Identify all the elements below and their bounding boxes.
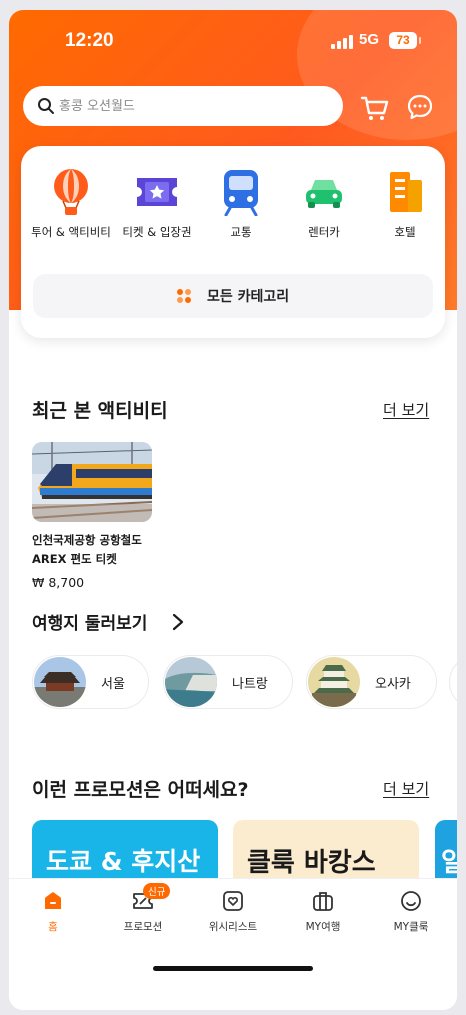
car-icon [306,180,342,208]
tab-my-klook[interactable]: MY클룩 [371,889,451,934]
battery-icon: 73 [389,32,421,49]
promo-card-next[interactable]: 일 [435,820,457,880]
status-time: 12:20 [65,30,114,51]
chat-icon[interactable] [405,92,435,122]
home-indicator[interactable] [153,966,313,971]
promo-section-title: 이런 프로모션은 어떠세요? [32,779,249,801]
status-bar: 12:20 5G 73 [9,30,457,54]
category-label: 교통 [230,225,252,239]
wishlist-icon [223,891,243,911]
tab-wishlist[interactable]: 위시리스트 [193,889,273,934]
recent-activity-card[interactable]: 인천국제공항 공항철도 AREX 편도 티켓 ₩ 8,700 [32,442,152,590]
bottom-tab-bar: 홈 신규 프로모션 위시리스트 MY여행 MY클룩 [9,878,457,1010]
destinations-title: 여행지 둘러보기 [32,614,148,634]
promo-card-text: 도쿄 & 후지산 [46,847,201,876]
tab-home[interactable]: 홈 [13,889,93,934]
category-label: 렌터카 [308,225,340,239]
tab-promotions[interactable]: 신규 프로모션 [103,883,183,934]
destination-chip-nhatrang[interactable]: 나트랑 [163,655,293,709]
category-tours[interactable]: 투어 & 액티비티 [31,168,111,241]
destination-label: 오사카 [375,677,411,692]
chevron-right-icon[interactable] [171,613,185,631]
tab-label: 위시리스트 [208,921,258,933]
hotel-icon [390,172,422,212]
promo-more-link[interactable]: 더 보기 [383,778,429,799]
cart-icon[interactable] [359,92,391,124]
destination-photo [308,657,360,707]
all-categories-label: 모든 카테고리 [207,289,290,305]
balloon-icon [54,169,88,215]
activity-image [32,442,152,522]
destination-photo [34,657,86,707]
promo-card-klook-vacance[interactable]: 클룩 바캉스 [233,820,419,880]
category-transport[interactable]: 교통 [201,168,281,241]
search-bar[interactable] [23,86,343,126]
ticket-icon [137,178,177,206]
category-car-rental[interactable]: 렌터카 [284,168,364,241]
recent-section-title: 최근 본 액티비티 [32,400,168,422]
promo-card-text: 클룩 바캉스 [247,848,376,878]
train-icon [224,170,258,216]
destination-label: 서울 [101,677,125,692]
destination-photo [165,657,217,707]
destination-label: 나트랑 [232,677,268,692]
promo-card-tokyo[interactable]: 도쿄 & 후지산 [32,820,218,880]
category-tickets[interactable]: 티켓 & 입장권 [117,168,197,241]
activity-title: 인천국제공항 공항철도 AREX 편도 티켓 [32,533,142,566]
tab-my-trips[interactable]: MY여행 [283,889,363,934]
tab-label: 프로모션 [123,921,163,933]
category-label: 투어 & 액티비티 [31,225,111,239]
suitcase-icon [313,892,333,911]
search-icon [38,98,54,114]
network-label: 5G [359,31,380,48]
category-label: 호텔 [394,225,416,239]
search-input[interactable] [59,86,329,126]
activity-price: ₩ 8,700 [32,575,85,590]
profile-icon [401,891,421,911]
signal-icon [331,35,353,49]
tab-label: MY클룩 [393,921,429,933]
recent-more-link[interactable]: 더 보기 [383,399,429,420]
destination-chip-next[interactable] [449,655,457,709]
all-categories-button[interactable]: 모든 카테고리 [33,274,433,318]
category-card: 투어 & 액티비티 티켓 & 입장권 교통 렌터카 호텔 모든 카테고리 [21,146,445,338]
tab-label: 홈 [48,921,58,933]
tab-label: MY여행 [305,921,341,933]
category-hotel[interactable]: 호텔 [365,168,445,241]
app-screen: 12:20 5G 73 투어 [9,10,457,1010]
destination-chip-osaka[interactable]: 오사카 [306,655,437,709]
grid-dots-icon [177,289,191,303]
home-icon [45,892,61,909]
new-badge: 신규 [143,883,171,899]
category-label: 티켓 & 입장권 [122,225,192,239]
promo-card-text: 일 [441,848,457,878]
destination-chip-seoul[interactable]: 서울 [32,655,149,709]
